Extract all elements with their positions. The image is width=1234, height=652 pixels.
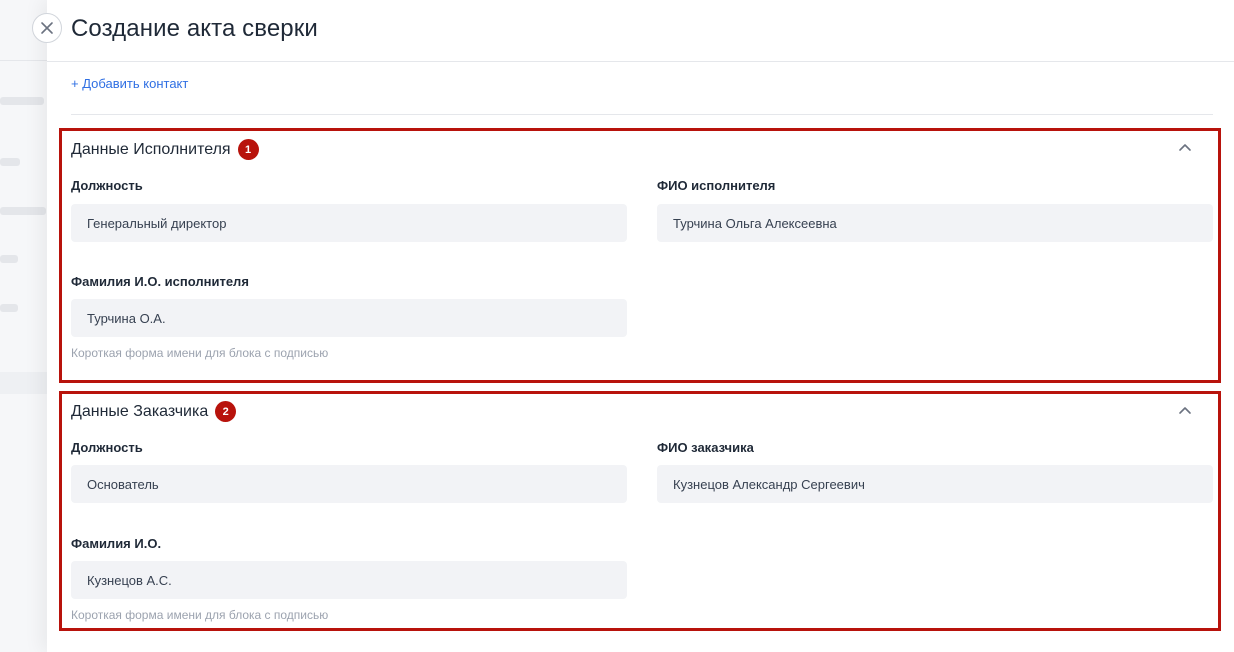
section-title-text: Данные Исполнителя (71, 140, 231, 158)
short-name-label: Фамилия И.О. исполнителя (71, 274, 249, 289)
position-input[interactable]: Основатель (71, 465, 627, 503)
divider (71, 114, 1213, 115)
page-title: Создание акта сверки (71, 15, 318, 42)
position-label: Должность (71, 440, 143, 455)
bg-menu-item (0, 255, 18, 263)
position-label: Должность (71, 178, 143, 193)
step-badge: 2 (215, 401, 237, 422)
short-name-hint: Короткая форма имени для блока с подпись… (71, 346, 329, 360)
close-icon (41, 22, 53, 34)
fullname-label: ФИО исполнителя (657, 178, 776, 193)
section-executor: Данные Исполнителя 1 Должность Генеральн… (59, 128, 1221, 383)
fullname-input[interactable]: Турчина Ольга Алексеевна (657, 204, 1213, 242)
bg-menu-item (0, 304, 18, 312)
add-contact-link[interactable]: + Добавить контакт (71, 76, 188, 91)
section-title[interactable]: Данные Исполнителя 1 (71, 139, 259, 160)
short-name-hint: Короткая форма имени для блока с подпись… (71, 608, 329, 622)
bg-menu-item (0, 97, 44, 105)
close-button[interactable] (32, 13, 62, 43)
panel-header: Создание акта сверки (47, 0, 1234, 62)
section-title[interactable]: Данные Заказчика 2 (71, 401, 237, 422)
bg-menu-item (0, 158, 20, 166)
section-customer: Данные Заказчика 2 Должность Основатель … (59, 391, 1221, 631)
fullname-input[interactable]: Кузнецов Александр Сергеевич (657, 465, 1213, 503)
chevron-up-icon[interactable] (1177, 403, 1193, 419)
bg-menu-item (0, 207, 46, 215)
section-title-text: Данные Заказчика (71, 402, 209, 420)
step-badge: 1 (237, 139, 259, 160)
chevron-up-icon[interactable] (1177, 140, 1193, 156)
short-name-input[interactable]: Турчина О.А. (71, 299, 627, 337)
fullname-label: ФИО заказчика (657, 440, 754, 455)
position-input[interactable]: Генеральный директор (71, 204, 627, 242)
short-name-label: Фамилия И.О. (71, 536, 162, 551)
short-name-input[interactable]: Кузнецов А.С. (71, 561, 627, 599)
